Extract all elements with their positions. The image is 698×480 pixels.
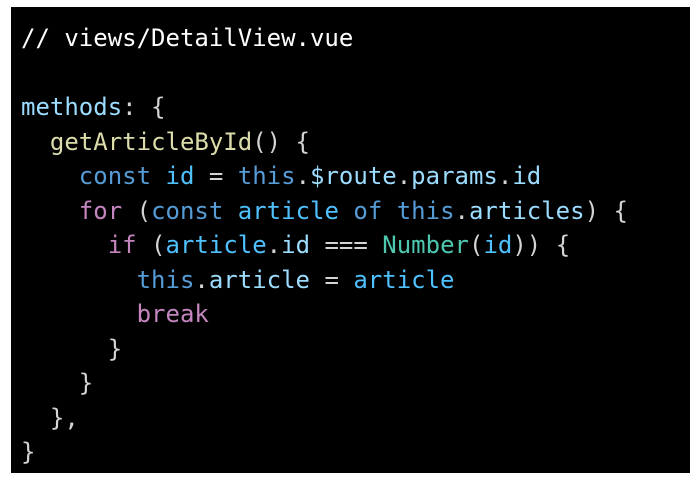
code-token: if <box>107 231 137 259</box>
code-token: // views/DetailView.vue <box>21 24 354 52</box>
code-line: } <box>21 332 628 367</box>
code-token: . <box>396 162 412 190</box>
code-token: . <box>454 196 469 225</box>
code-token: methods <box>21 93 123 121</box>
code-line: break <box>21 297 628 332</box>
code-token: articles <box>468 196 585 225</box>
code-line: getArticleById() { <box>21 125 628 160</box>
code-line: // views/DetailView.vue <box>21 21 628 56</box>
code-line: }, <box>21 401 628 436</box>
code-token: id <box>281 231 311 259</box>
code-token: () { <box>252 127 310 156</box>
code-token: ( <box>468 231 484 259</box>
code-token: this <box>237 162 296 190</box>
code-token: ) { <box>584 196 628 225</box>
code-token: const <box>151 196 224 225</box>
code-token: article <box>165 231 267 259</box>
code-line: } <box>21 366 628 401</box>
code-token: id <box>512 162 542 190</box>
code-token: const <box>78 162 152 190</box>
code-token: Number <box>382 231 469 259</box>
code-token: } <box>21 334 123 363</box>
code-token: params <box>411 162 498 190</box>
code-line: for (const article of this.articles) { <box>21 194 628 229</box>
code-token: === <box>310 231 383 259</box>
code-token: = <box>310 265 354 294</box>
code-token: this <box>136 265 195 294</box>
code-token: break <box>136 300 209 328</box>
code-token: of <box>353 196 383 225</box>
code-token: id <box>483 231 513 259</box>
code-token: = <box>194 162 238 190</box>
code-token: this <box>396 196 455 225</box>
code-token: id <box>165 162 195 190</box>
code-token: . <box>194 265 209 294</box>
code-line: methods: { <box>21 90 628 125</box>
code-token: } <box>21 438 36 466</box>
code-token: . <box>295 162 311 190</box>
code-line: if (article.id === Number(id)) { <box>21 228 628 263</box>
code-token: article <box>208 265 310 294</box>
code-block[interactable]: // views/DetailView.vue methods: { getAr… <box>21 21 628 470</box>
code-token: getArticleById <box>49 127 253 156</box>
code-token: article <box>353 265 455 294</box>
code-line: } <box>21 435 628 470</box>
code-token: . <box>497 162 513 190</box>
code-token: ( <box>122 196 152 225</box>
code-line: const id = this.$route.params.id <box>21 159 628 194</box>
code-line: this.article = article <box>21 263 628 298</box>
code-token: }, <box>21 403 79 432</box>
code-token: for <box>78 196 123 225</box>
code-token: : { <box>122 93 166 121</box>
code-panel: // views/DetailView.vue methods: { getAr… <box>11 7 690 473</box>
code-token: )) { <box>512 231 571 259</box>
code-token: article <box>237 196 339 225</box>
code-token: ( <box>136 231 166 259</box>
code-token: } <box>21 369 94 397</box>
code-token: $route <box>310 162 397 190</box>
code-token: . <box>266 231 282 259</box>
